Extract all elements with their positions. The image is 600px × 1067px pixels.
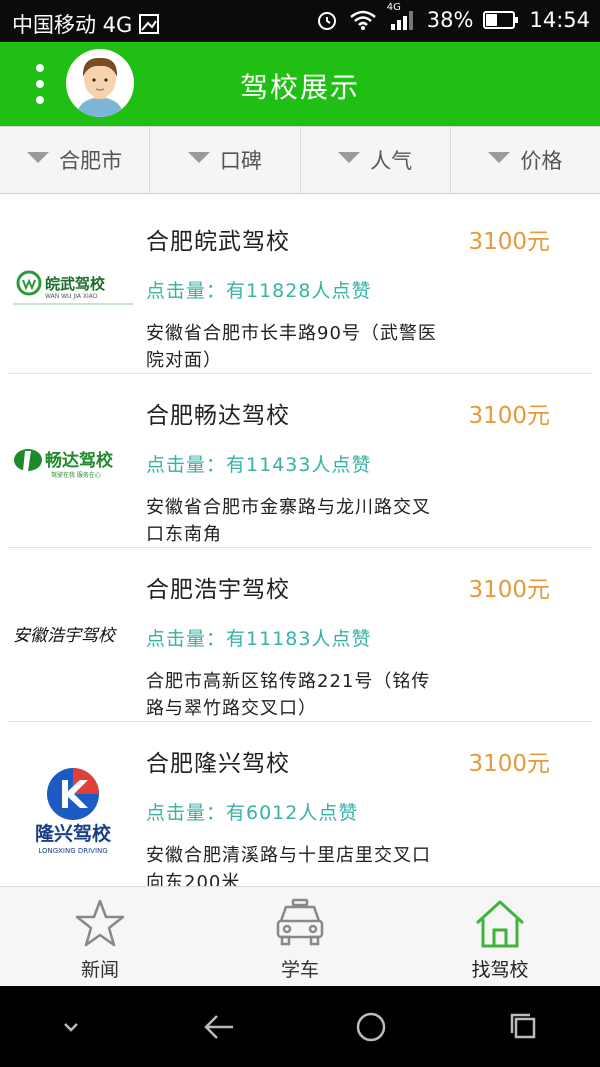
school-price: 3100元	[468, 403, 550, 429]
haoyu-calligraphy-logo-icon: 安徽浩宇驾校	[13, 626, 118, 646]
tab-news[interactable]: 新闻	[0, 887, 200, 987]
bottom-tab-bar: 新闻 学车 找驾校	[0, 886, 600, 987]
longxing-logo-icon: 隆兴驾校 LONGXING DRIVING	[35, 767, 112, 855]
home-icon	[475, 900, 525, 948]
carrier-label: 中国移动 4G	[12, 13, 133, 37]
tab-label: 找驾校	[471, 959, 529, 981]
system-nav-bar	[0, 986, 600, 1067]
school-clicks: 点击量：有6012人点赞	[146, 802, 359, 824]
filter-reputation[interactable]: 口碑	[150, 127, 301, 193]
car-icon	[276, 898, 324, 946]
school-address: 安徽省合肥市金寨路与龙川路交叉口东南角	[146, 497, 431, 545]
dropdown-triangle-icon	[488, 151, 511, 163]
svg-text:驾驶在我 服务在心: 驾驶在我 服务在心	[51, 471, 101, 479]
filter-popularity[interactable]: 人气	[301, 127, 451, 193]
wanwu-logo-icon: 皖武驾校 WAN WU JIA XIAO	[13, 270, 133, 304]
filter-bar: 合肥市 口碑 人气 价格	[0, 126, 600, 194]
svg-text:隆兴驾校: 隆兴驾校	[35, 822, 112, 845]
signal-icon: 4G	[387, 2, 417, 32]
chevron-down-icon[interactable]	[56, 1012, 86, 1042]
list-item[interactable]: 畅达驾校 驾驶在我 服务在心 合肥畅达驾校 3100元 点击量：有11433人点…	[8, 374, 592, 548]
school-name: 合肥畅达驾校	[146, 403, 290, 429]
filter-price[interactable]: 价格	[451, 127, 600, 193]
tab-find-school[interactable]: 找驾校	[400, 887, 600, 987]
school-name: 合肥隆兴驾校	[146, 751, 290, 777]
filter-label: 口碑	[219, 149, 262, 173]
tab-label: 新闻	[80, 959, 119, 981]
filter-label: 人气	[370, 149, 413, 173]
clock: 14:54	[529, 8, 590, 32]
school-logo: 隆兴驾校 LONGXING DRIVING	[8, 722, 138, 886]
svg-text:WAN WU JIA XIAO: WAN WU JIA XIAO	[45, 293, 98, 300]
school-list[interactable]: 皖武驾校 WAN WU JIA XIAO 合肥皖武驾校 3100元 点击量：有1…	[0, 200, 600, 886]
filter-label: 价格	[520, 149, 563, 173]
dropdown-triangle-icon	[338, 151, 361, 163]
school-logo: 皖武驾校 WAN WU JIA XIAO	[8, 200, 138, 373]
dropdown-triangle-icon	[27, 151, 50, 163]
filter-city[interactable]: 合肥市	[0, 127, 151, 193]
wifi-icon	[349, 10, 376, 30]
school-logo: 畅达驾校 驾驶在我 服务在心	[8, 374, 138, 547]
back-icon[interactable]	[199, 1007, 239, 1047]
school-price: 3100元	[468, 577, 550, 603]
svg-text:畅达驾校: 畅达驾校	[45, 450, 114, 471]
image-notification-icon	[139, 14, 160, 34]
school-name: 合肥皖武驾校	[146, 229, 290, 255]
list-item[interactable]: 安徽浩宇驾校 合肥浩宇驾校 3100元 点击量：有11183人点赞 合肥市高新区…	[8, 548, 592, 722]
school-name: 合肥浩宇驾校	[146, 577, 290, 603]
list-item[interactable]: 隆兴驾校 LONGXING DRIVING 合肥隆兴驾校 3100元 点击量：有…	[8, 722, 592, 886]
school-address: 安徽合肥清溪路与十里店里交叉口向东200米	[146, 845, 431, 886]
tab-label: 学车	[280, 959, 319, 981]
svg-text:LONGXING DRIVING: LONGXING DRIVING	[38, 847, 107, 855]
school-clicks: 点击量：有11828人点赞	[146, 280, 372, 302]
changda-logo-icon: 畅达驾校 驾驶在我 服务在心	[14, 448, 114, 479]
list-item[interactable]: 皖武驾校 WAN WU JIA XIAO 合肥皖武驾校 3100元 点击量：有1…	[8, 200, 592, 374]
dropdown-triangle-icon	[187, 151, 210, 163]
battery-icon	[483, 11, 519, 29]
school-logo: 安徽浩宇驾校	[8, 548, 138, 721]
school-address: 合肥市高新区铭传路221号（铭传路与翠竹路交叉口）	[146, 671, 431, 719]
battery-percent: 38%	[426, 8, 474, 32]
school-clicks: 点击量：有11183人点赞	[146, 628, 372, 650]
tab-learn-driving[interactable]: 学车	[200, 887, 400, 987]
app-header: 驾校展示	[0, 42, 600, 126]
star-icon	[75, 899, 125, 947]
filter-label: 合肥市	[59, 149, 123, 173]
svg-text:安徽浩宇驾校: 安徽浩宇驾校	[13, 626, 118, 646]
page-title: 驾校展示	[239, 71, 360, 104]
alarm-icon	[317, 12, 336, 30]
school-price: 3100元	[468, 751, 550, 777]
status-bar: 中国移动 4G 4G 38% 14:54	[0, 0, 600, 42]
home-circle-icon[interactable]	[351, 1007, 391, 1047]
svg-text:皖武驾校: 皖武驾校	[45, 275, 106, 293]
recents-icon[interactable]	[504, 1007, 544, 1047]
school-address: 安徽省合肥市长丰路90号（武警医院对面）	[146, 323, 437, 371]
school-clicks: 点击量：有11433人点赞	[146, 454, 372, 476]
school-price: 3100元	[468, 229, 550, 255]
